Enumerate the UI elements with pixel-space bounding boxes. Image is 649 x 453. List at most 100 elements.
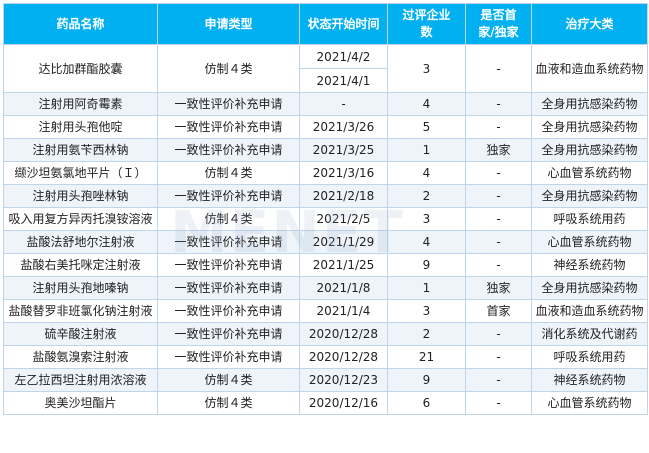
cell-type: 一致性评价补充申请 [157, 138, 300, 162]
table-row: 达比加群酯胶囊 仿制４类 2021/4/2 3 - 血液和造血系统药物 [3, 44, 648, 93]
cell-category: 全身用抗感染药物 [531, 276, 648, 300]
cell-count: 2 [387, 322, 466, 346]
table-row: 缬沙坦氨氯地平片（Ｉ） 仿制４类 2021/3/16 4- 心血管系统药物 [3, 161, 648, 185]
header-start: 状态开始时间 [299, 3, 388, 45]
table-row: 盐酸氨溴索注射液 一致性评价补充申请 2020/12/28 21- 呼吸系统用药 [3, 345, 648, 369]
cell-category: 消化系统及代谢药 [531, 322, 648, 346]
cell-category: 呼吸系统用药 [531, 207, 648, 231]
cell-count: 4 [387, 230, 466, 254]
cell-type: 一致性评价补充申请 [157, 276, 300, 300]
header-category: 治疗大类 [531, 3, 648, 45]
cell-type: 一致性评价补充申请 [157, 230, 300, 254]
cell-count: 9 [387, 368, 466, 392]
table-header-row: 药品名称 申请类型 状态开始时间 过评企业数 是否首家/独家 治疗大类 [3, 3, 648, 45]
cell-first: 首家 [465, 299, 532, 323]
cell-name: 注射用阿奇霉素 [3, 92, 158, 116]
table-row: 盐酸法舒地尔注射液 一致性评价补充申请 2021/1/29 4- 心血管系统药物 [3, 230, 648, 254]
cell-start: 2020/12/28 [299, 322, 388, 346]
cell-first: 独家 [465, 276, 532, 300]
cell-type: 仿制４类 [157, 161, 300, 185]
cell-type: 一致性评价补充申请 [157, 184, 300, 208]
table-row: 注射用阿奇霉素 一致性评价补充申请 -4- 全身用抗感染药物 [3, 92, 648, 116]
cell-start: 2021/1/29 [299, 230, 388, 254]
header-type: 申请类型 [157, 3, 300, 45]
cell-category: 全身用抗感染药物 [531, 184, 648, 208]
cell-start: 2020/12/16 [299, 391, 388, 415]
table-row: 奥美沙坦酯片 仿制４类 2020/12/16 6- 心血管系统药物 [3, 391, 648, 415]
cell-first: - [465, 184, 532, 208]
header-name: 药品名称 [3, 3, 158, 45]
header-first: 是否首家/独家 [465, 3, 532, 45]
cell-name: 奥美沙坦酯片 [3, 391, 158, 415]
table-row: 注射用氨苄西林钠 一致性评价补充申请 2021/3/25 1 独家 全身用抗感染药物 [3, 138, 648, 162]
cell-category: 血液和造血系统药物 [531, 44, 648, 93]
cell-count: 21 [387, 345, 466, 369]
cell-start: 2021/1/8 [299, 276, 388, 300]
table-row: 吸入用复方异丙托溴铵溶液 仿制４类 2021/2/5 3- 呼吸系统用药 [3, 207, 648, 231]
cell-category: 全身用抗感染药物 [531, 92, 648, 116]
cell-name: 左乙拉西坦注射用浓溶液 [3, 368, 158, 392]
drug-approval-table: 药品名称 申请类型 状态开始时间 过评企业数 是否首家/独家 治疗大类 达比加群… [3, 3, 648, 415]
header-count: 过评企业数 [387, 3, 466, 45]
cell-count: 5 [387, 115, 466, 139]
cell-first: - [465, 44, 532, 93]
cell-count: 3 [387, 299, 466, 323]
cell-type: 一致性评价补充申请 [157, 322, 300, 346]
table-row: 盐酸右美托咪定注射液 一致性评价补充申请 2021/1/25 9- 神经系统药物 [3, 253, 648, 277]
table-row: 硫辛酸注射液 一致性评价补充申请 2020/12/28 2- 消化系统及代谢药 [3, 322, 648, 346]
cell-type: 一致性评价补充申请 [157, 115, 300, 139]
cell-first: - [465, 391, 532, 415]
cell-first: - [465, 92, 532, 116]
table-row: 注射用头孢唑林钠 一致性评价补充申请 2021/2/18 2- 全身用抗感染药物 [3, 184, 648, 208]
cell-count: 9 [387, 253, 466, 277]
cell-name: 缬沙坦氨氯地平片（Ｉ） [3, 161, 158, 185]
cell-name: 盐酸替罗非班氯化钠注射液 [3, 299, 158, 323]
cell-count: 4 [387, 161, 466, 185]
cell-category: 心血管系统药物 [531, 230, 648, 254]
cell-start: 2021/1/25 [299, 253, 388, 277]
cell-type: 一致性评价补充申请 [157, 345, 300, 369]
cell-category: 全身用抗感染药物 [531, 115, 648, 139]
cell-start: 2021/3/16 [299, 161, 388, 185]
cell-type: 仿制４类 [157, 207, 300, 231]
cell-start: 2021/2/18 [299, 184, 388, 208]
cell-name: 盐酸氨溴索注射液 [3, 345, 158, 369]
cell-start: 2020/12/23 [299, 368, 388, 392]
cell-name: 达比加群酯胶囊 [3, 44, 158, 93]
cell-start: 2021/1/4 [299, 299, 388, 323]
cell-name: 盐酸法舒地尔注射液 [3, 230, 158, 254]
cell-first: - [465, 161, 532, 185]
cell-first: - [465, 253, 532, 277]
table-row: 注射用头孢他啶 一致性评价补充申请 2021/3/26 5- 全身用抗感染药物 [3, 115, 648, 139]
cell-name: 盐酸右美托咪定注射液 [3, 253, 158, 277]
cell-name: 注射用氨苄西林钠 [3, 138, 158, 162]
cell-start: 2021/3/25 [299, 138, 388, 162]
cell-first: - [465, 345, 532, 369]
cell-name: 注射用头孢他啶 [3, 115, 158, 139]
cell-category: 心血管系统药物 [531, 391, 648, 415]
cell-name: 硫辛酸注射液 [3, 322, 158, 346]
table-row: 盐酸替罗非班氯化钠注射液 一致性评价补充申请 2021/1/4 3 首家 血液和造血系统药… [3, 299, 648, 323]
table-row: 左乙拉西坦注射用浓溶液 仿制４类 2020/12/23 9- 神经系统药物 [3, 368, 648, 392]
cell-category: 神经系统药物 [531, 368, 648, 392]
cell-count: 1 [387, 138, 466, 162]
cell-category: 神经系统药物 [531, 253, 648, 277]
cell-name: 注射用头孢唑林钠 [3, 184, 158, 208]
cell-count: 4 [387, 92, 466, 116]
cell-first: 独家 [465, 138, 532, 162]
cell-type: 一致性评价补充申请 [157, 253, 300, 277]
cell-count: 2 [387, 184, 466, 208]
cell-type: 仿制４类 [157, 391, 300, 415]
cell-count: 3 [387, 44, 466, 93]
cell-first: - [465, 230, 532, 254]
cell-first: - [465, 207, 532, 231]
cell-count: 6 [387, 391, 466, 415]
page: 药品名称 申请类型 状态开始时间 过评企业数 是否首家/独家 治疗大类 达比加群… [0, 0, 649, 453]
cell-first: - [465, 368, 532, 392]
cell-type: 仿制４类 [157, 368, 300, 392]
cell-count: 1 [387, 276, 466, 300]
cell-first: - [465, 115, 532, 139]
cell-start: 2021/4/2 [299, 44, 388, 69]
cell-start: 2021/3/26 [299, 115, 388, 139]
cell-count: 3 [387, 207, 466, 231]
